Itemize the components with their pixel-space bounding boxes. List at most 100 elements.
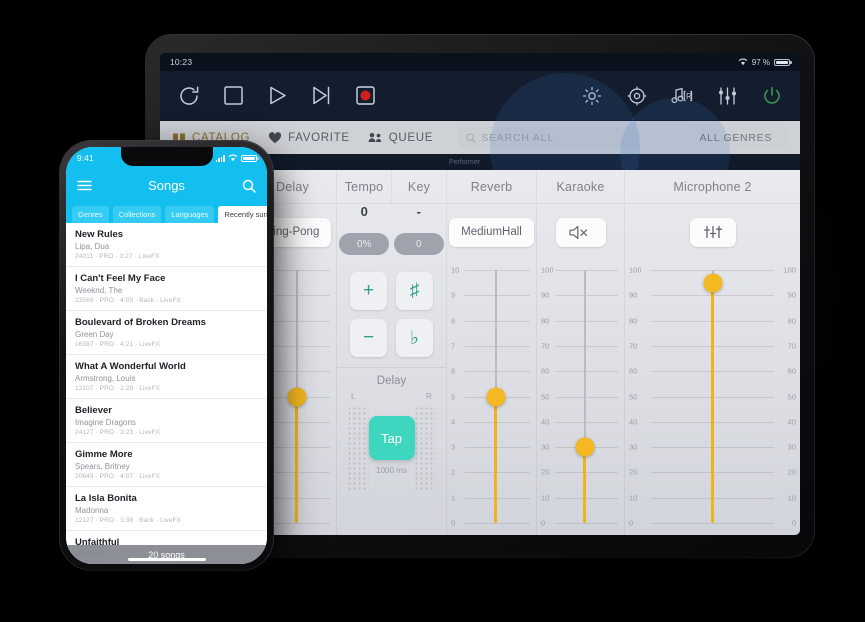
scale-label: 4	[451, 417, 456, 427]
screenshot-root: 10:23 97 % R CATALOG FAVORITE QUEUE SEAR…	[0, 0, 865, 622]
delay-ms-label: 1000 ms	[376, 466, 407, 475]
key-sharp-button[interactable]: ♯	[396, 272, 433, 310]
microphone2-settings-button[interactable]	[689, 217, 736, 247]
list-item[interactable]: What A Wonderful World Armstrong, Louis …	[66, 355, 267, 399]
scale-label: 60	[541, 366, 550, 376]
scale-tick	[267, 371, 330, 373]
slider-knob[interactable]	[486, 387, 505, 406]
karaoke-slider[interactable]: 100 90 80 70 60 50 40 30 20 10 0	[537, 260, 624, 535]
scale-label: 1	[451, 493, 456, 503]
phone-home-indicator	[127, 558, 206, 561]
scale-tick	[555, 295, 618, 297]
stop-icon[interactable]	[220, 83, 246, 109]
scale-tick	[465, 345, 530, 347]
microphone2-header: Microphone 2	[625, 170, 800, 204]
mixer-column-reverb: Reverb MediumHall 10 9 8 7 6 5 4 3 2 1 0	[446, 170, 536, 535]
list-item[interactable]: Believer Imagine Dragons 24127 · PRO · 3…	[66, 399, 267, 443]
tab-genres[interactable]: Genres	[72, 206, 109, 223]
key-flat-button[interactable]: ♭	[396, 319, 433, 357]
mixer-column-karaoke: Karaoke 100 90 80 70 60 50 40 30 20 10 0	[536, 170, 624, 535]
scale-label: 100	[541, 265, 554, 275]
phone-song-list[interactable]: New Rules Lipa, Dua 24311 · PRO · 3:27 ·…	[66, 223, 267, 564]
restart-icon[interactable]	[176, 83, 202, 109]
people-icon	[368, 132, 383, 143]
list-item[interactable]: Gimme More Spears, Britney 20645 · PRO ·…	[66, 443, 267, 487]
song-artist: Spears, Britney	[75, 462, 130, 471]
heart-icon	[268, 131, 282, 144]
music-recording-icon[interactable]: R	[670, 84, 694, 108]
scale-label: 0	[629, 518, 634, 528]
column-performer-label: Performer	[449, 158, 481, 166]
scale-label: 90	[787, 290, 796, 300]
transport-bar: R	[160, 71, 800, 121]
song-title: New Rules	[75, 229, 124, 240]
scale-label: 60	[629, 366, 638, 376]
song-artist: Madonna	[75, 506, 109, 515]
tempo-decrease-button[interactable]: −	[350, 319, 387, 357]
song-title: What A Wonderful World	[75, 361, 186, 372]
scale-label: 20	[541, 467, 550, 477]
song-artist: Armstrong, Louis	[75, 374, 136, 383]
slider-knob[interactable]	[287, 387, 306, 406]
tempo-increase-button[interactable]: +	[350, 272, 387, 310]
svg-text:R: R	[686, 92, 692, 101]
scale-tick	[465, 295, 530, 297]
phone-screen: 9:41 Songs Genres Collections Languages …	[66, 147, 267, 564]
tab-recently-sung[interactable]: Recently sung	[218, 206, 267, 223]
tab-queue[interactable]: QUEUE	[368, 132, 433, 144]
tab-collections[interactable]: Collections	[112, 206, 162, 223]
slider-fill	[583, 447, 586, 523]
mixer-sliders-icon[interactable]	[715, 84, 739, 108]
reverb-slider[interactable]: 10 9 8 7 6 5 4 3 2 1 0	[447, 260, 536, 535]
song-title: Gimme More	[75, 449, 133, 460]
scale-label: 50	[629, 392, 638, 401]
slider-knob[interactable]	[703, 273, 722, 293]
scale-label: 70	[541, 341, 550, 351]
scale-tick	[555, 320, 618, 322]
tab-favorite[interactable]: FAVORITE	[268, 132, 350, 144]
key-offset-pill[interactable]: 0	[393, 233, 444, 255]
list-item[interactable]: I Can't Feel My Face Weeknd, The 23569 ·…	[66, 267, 267, 311]
slider-knob[interactable]	[575, 437, 594, 457]
scale-label: 40	[541, 417, 550, 427]
list-item[interactable]: Boulevard of Broken Dreams Green Day 163…	[66, 311, 267, 355]
song-meta: 12127 · PRO · 3:38 · Back · LiveFX	[75, 517, 181, 524]
scale-tick	[267, 295, 330, 297]
scale-tick	[267, 472, 330, 474]
scale-label: 30	[787, 442, 796, 452]
next-icon[interactable]	[308, 83, 334, 109]
power-icon[interactable]	[760, 84, 784, 108]
delay-section-title: Delay	[376, 375, 407, 387]
phone-device: 9:41 Songs Genres Collections Languages …	[60, 141, 273, 570]
slider-fill	[494, 396, 497, 523]
scale-tick	[267, 523, 330, 524]
scale-label: 100	[629, 265, 642, 275]
tempo-percent-pill[interactable]: 0%	[339, 233, 390, 255]
scale-label: 3	[451, 442, 456, 452]
tempo-value: 0	[360, 204, 368, 219]
scale-tick	[465, 320, 530, 322]
scale-tick	[555, 523, 618, 524]
scale-tick	[465, 371, 530, 373]
tap-tempo-button[interactable]: Tap	[368, 416, 415, 460]
search-icon[interactable]	[242, 179, 256, 193]
tab-languages[interactable]: Languages	[165, 206, 215, 223]
reverb-preset-button[interactable]: MediumHall	[449, 217, 534, 247]
list-item[interactable]: La Isla Bonita Madonna 12127 · PRO · 3:3…	[66, 487, 267, 531]
list-item[interactable]: New Rules Lipa, Dua 24311 · PRO · 3:27 ·…	[66, 223, 267, 267]
scale-tick	[465, 270, 530, 271]
record-icon[interactable]	[352, 83, 378, 109]
song-meta: 23569 · PRO · 4:05 · Back · LiveFX	[75, 297, 181, 304]
scale-tick	[465, 497, 530, 499]
song-count-label: 20 songs	[66, 545, 267, 564]
scale-tick	[267, 447, 330, 449]
search-input[interactable]: SEARCH ALL	[459, 127, 640, 148]
gear-icon[interactable]	[580, 84, 604, 108]
microphone2-slider[interactable]: 100 100 90 90 80 80 70 70 60 60 50 50 40 40 30 30 20 20 10…	[625, 260, 800, 535]
all-genres-button[interactable]: ALL GENRES	[683, 127, 788, 148]
scale-tick	[555, 472, 618, 474]
speaker-settings-icon[interactable]	[625, 84, 649, 108]
play-icon[interactable]	[264, 83, 290, 109]
mixer-column-tempo-key: Tempo Key 0 - 0% 0 + ♯ − ♭ Delay L R Tap…	[336, 170, 446, 535]
karaoke-mute-button[interactable]	[555, 217, 606, 247]
